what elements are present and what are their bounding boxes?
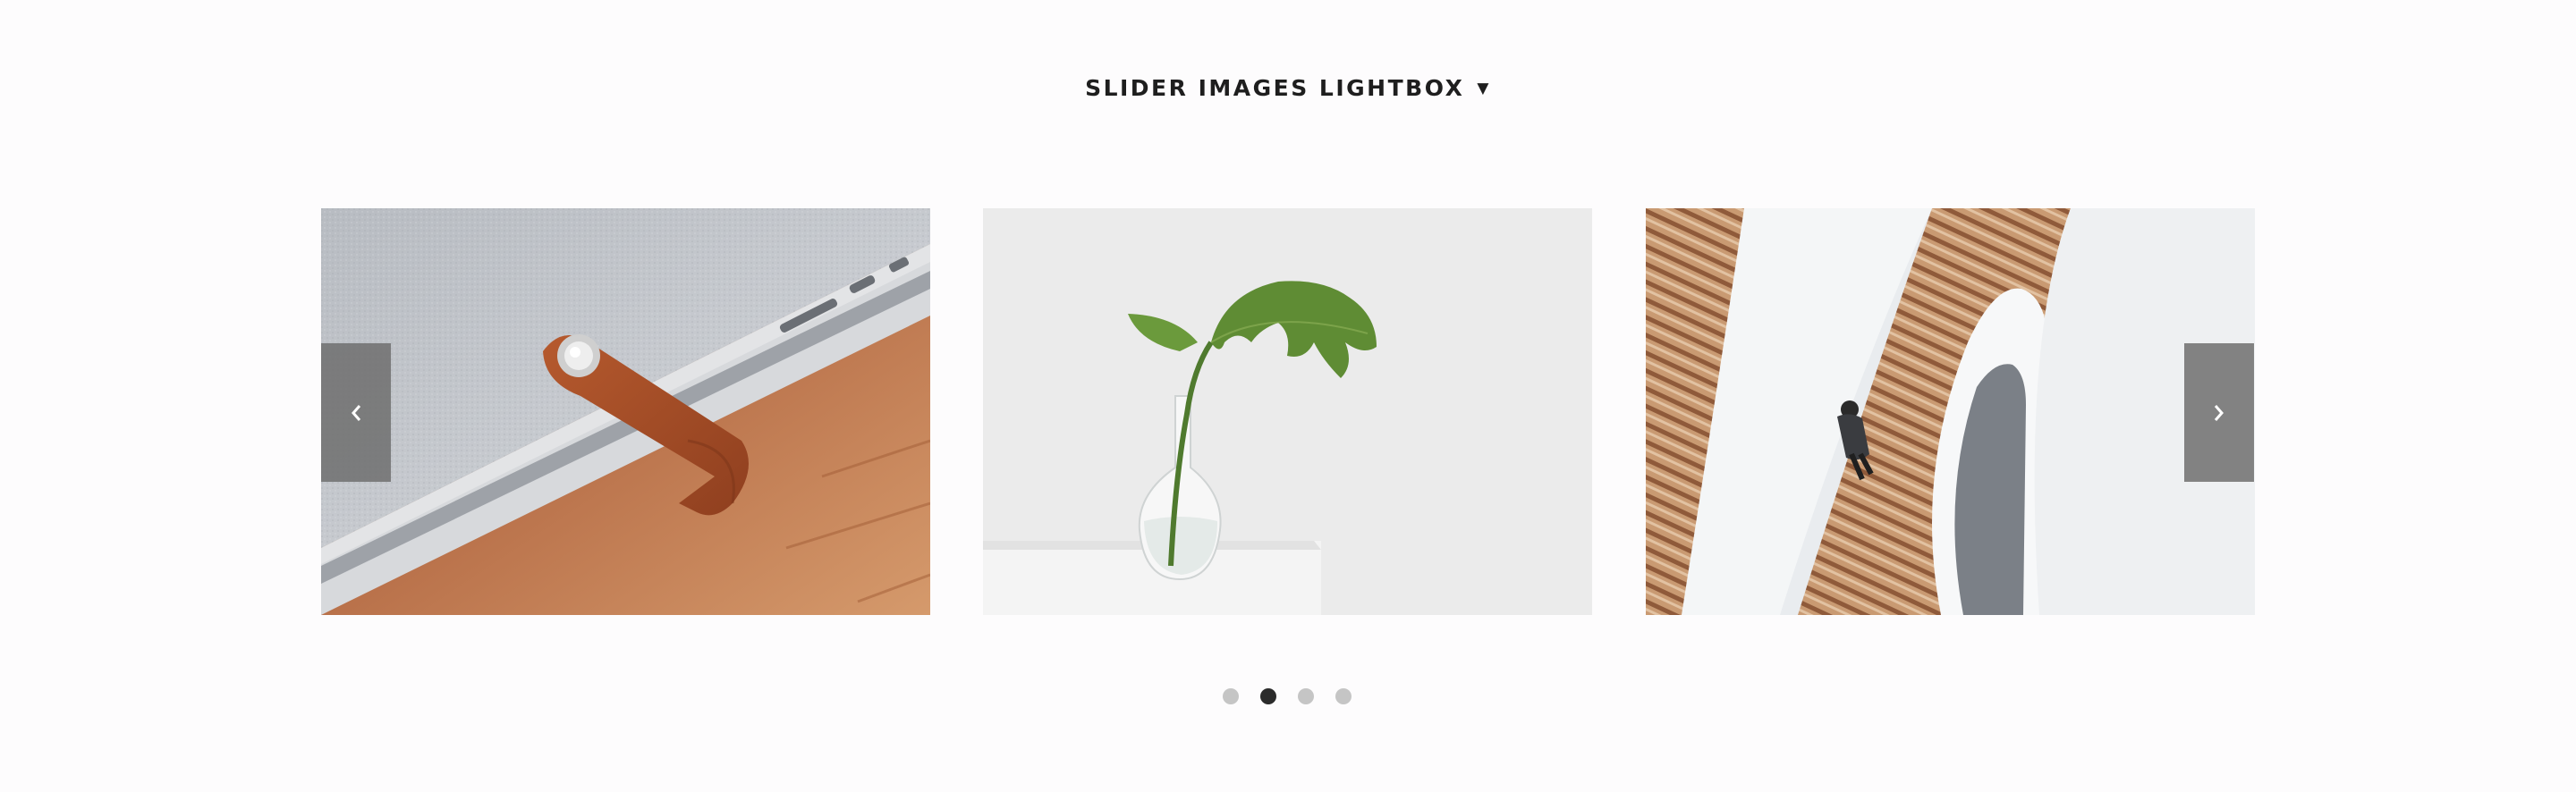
plant-vase-image <box>983 208 1592 615</box>
laptop-sleeve-image <box>321 208 930 615</box>
dropdown-label: SLIDER IMAGES LIGHTBOX <box>1085 75 1465 101</box>
chevron-right-icon <box>2214 404 2224 421</box>
pagination-dot[interactable] <box>1335 688 1352 704</box>
staircase-image <box>1646 208 2255 615</box>
slide-plant-vase[interactable] <box>983 208 1592 615</box>
slider-type-dropdown[interactable]: SLIDER IMAGES LIGHTBOX ▼ <box>0 75 2576 101</box>
next-slide-button[interactable] <box>2184 343 2254 482</box>
pagination-dot-active[interactable] <box>1260 688 1276 704</box>
slider-section: SLIDER IMAGES LIGHTBOX ▼ <box>0 0 2576 792</box>
slide-staircase[interactable] <box>1646 208 2255 615</box>
pagination-dot[interactable] <box>1223 688 1239 704</box>
chevron-left-icon <box>352 404 361 421</box>
caret-down-icon: ▼ <box>1477 80 1491 97</box>
prev-slide-button[interactable] <box>321 343 391 482</box>
pagination-dot[interactable] <box>1298 688 1314 704</box>
slide-laptop-sleeve[interactable] <box>321 208 930 615</box>
slider-pagination <box>1223 688 1352 704</box>
